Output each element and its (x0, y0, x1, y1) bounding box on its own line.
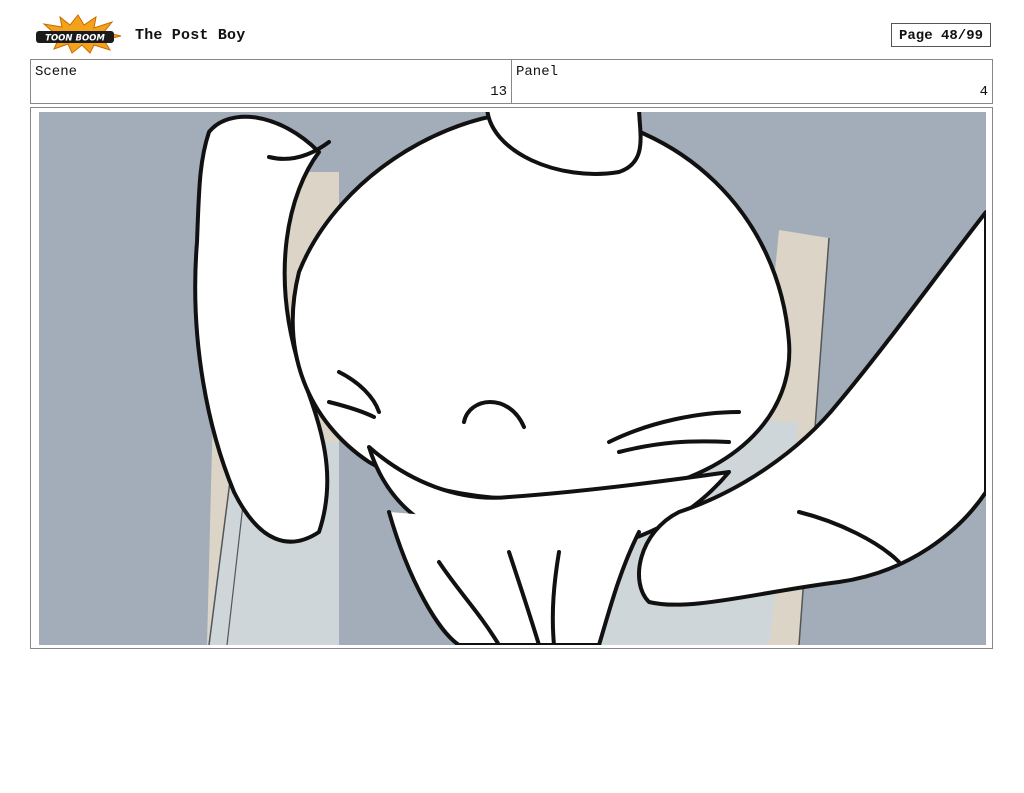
svg-text:TOON BOOM: TOON BOOM (45, 34, 105, 44)
toon-boom-logo: TOON BOOM (34, 14, 122, 54)
page-indicator: Page 48/99 (891, 23, 991, 47)
panel-cell: Panel 4 (512, 60, 992, 103)
scene-cell: Scene 13 (31, 60, 512, 103)
scene-panel-info: Scene 13 Panel 4 (30, 59, 993, 104)
storyboard-panel (30, 107, 993, 649)
panel-number: 4 (979, 84, 988, 100)
scene-label: Scene (35, 64, 78, 80)
panel-artwork (39, 112, 986, 645)
panel-label: Panel (516, 64, 559, 80)
scene-number: 13 (490, 84, 507, 100)
project-title: The Post Boy (135, 27, 246, 44)
